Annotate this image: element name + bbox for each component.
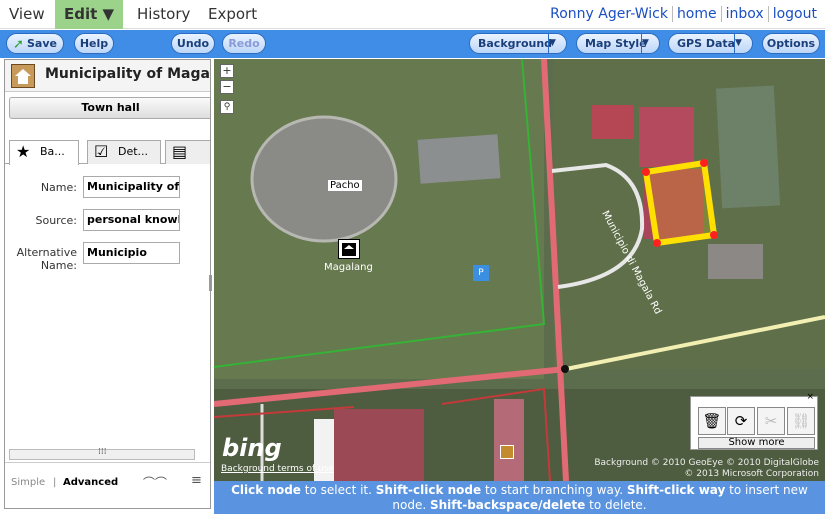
advanced-mode-link[interactable]: Advanced [63,477,118,488]
save-arrow-icon: ➚ [13,37,24,52]
star-icon: ★ [16,142,31,161]
scroll-grip-icon: ⁞⁞⁞ [98,447,107,457]
logout-link[interactable]: logout [767,6,821,22]
source-label: Source: [35,214,78,227]
menu-icon[interactable]: ≡ [191,473,202,488]
help-button[interactable]: Help [74,33,114,54]
split-icon[interactable]: ⌒⌒ [143,474,167,491]
tab-details[interactable]: ☑ Det... [87,140,161,164]
feature-tabs: ★ Ba... ☑ Det... ▤ [5,140,210,165]
alternative-name-label-line1: Alternative [16,246,77,259]
home-link[interactable]: home [671,6,721,22]
tool-palette: × 🗑 ⟳ ✂ ⛓ Show more [690,392,818,450]
alternative-name-field[interactable]: Municipio [83,242,180,264]
imagery-copyright: Background © 2010 GeoEye © 2010 DigitalG… [594,458,819,479]
feature-title-bar: Municipality of Magalan [5,60,210,92]
tag-list-icon: ▤ [172,142,188,161]
map-style-dropdown[interactable]: Map Style ▼ [576,33,660,54]
user-name-link[interactable]: Ronny Ager-Wick [546,6,672,22]
horizontal-scrollbar[interactable]: ⁞⁞⁞ [9,447,195,460]
background-terms-link[interactable]: Background terms of use [221,464,334,474]
menu-history[interactable]: History [128,0,199,29]
search-icon[interactable]: ⚲ [220,100,234,114]
show-more-button[interactable]: Show more [698,437,815,449]
panel-mode-bar: Simple | Advanced ⌒⌒ ≡ [5,462,210,504]
gps-data-dropdown[interactable]: GPS Data ▼ [668,33,753,54]
zoom-out-button[interactable]: − [220,80,234,94]
simple-mode-link[interactable]: Simple [11,477,45,488]
town-hall-icon [11,64,35,88]
background-dropdown[interactable]: Background ▼ [469,33,567,54]
inbox-link[interactable]: inbox [720,6,768,22]
chevron-down-icon: ▼ [548,34,566,53]
checkbox-icon: ☑ [94,142,109,161]
undo-button[interactable]: Undo [171,33,215,54]
link-icon[interactable]: ⛓ [787,407,815,435]
editor-toolbar: ➚ Save Help Undo Redo Background ▼ Map S… [0,30,825,58]
redo-button[interactable]: Redo [222,33,266,54]
name-label: Name: [40,181,77,194]
bing-logo: bing [222,434,282,462]
chevron-down-icon: ▼ [734,34,752,53]
magalang-label: Magalang [324,262,373,273]
save-button[interactable]: ➚ Save [6,33,64,54]
panel-splitter-handle[interactable] [209,275,212,291]
preset-select[interactable]: Town hall ▼ [9,97,210,119]
user-links: Ronny Ager-Wick home inbox logout [546,0,821,29]
feature-title: Municipality of Magalan [45,66,210,82]
delete-icon[interactable]: 🗑 [698,407,726,435]
town-hall-map-icon[interactable] [338,239,360,259]
mode-separator: | [53,477,57,488]
tab-basic[interactable]: ★ Ba... [9,140,79,165]
name-field[interactable]: Municipality of M [83,176,180,198]
rotate-icon[interactable]: ⟳ [727,407,755,435]
parking-icon[interactable]: P [473,265,489,281]
menu-export[interactable]: Export [199,0,266,29]
scissors-icon[interactable]: ✂ [757,407,785,435]
tab-tags[interactable]: ▤ [165,140,210,164]
close-icon[interactable]: × [806,392,814,402]
source-field[interactable]: personal knowle [83,209,180,231]
top-navigation: View Edit ▼ History Export Ronny Ager-Wi… [0,0,825,29]
alternative-name-label-line2: Name: [40,259,77,272]
feature-panel: Municipality of Magalan Town hall ▼ ★ Ba… [4,59,211,509]
poi-icon[interactable] [500,445,514,459]
help-bar: Click node to select it. Shift-click nod… [214,481,825,514]
chevron-down-icon: ▼ [641,34,659,53]
zoom-in-button[interactable]: + [220,64,234,78]
pacho-label: Pacho [328,180,362,191]
options-button[interactable]: Options [762,33,820,54]
menu-edit[interactable]: Edit ▼ [55,0,124,29]
menu-view[interactable]: View [0,0,54,29]
